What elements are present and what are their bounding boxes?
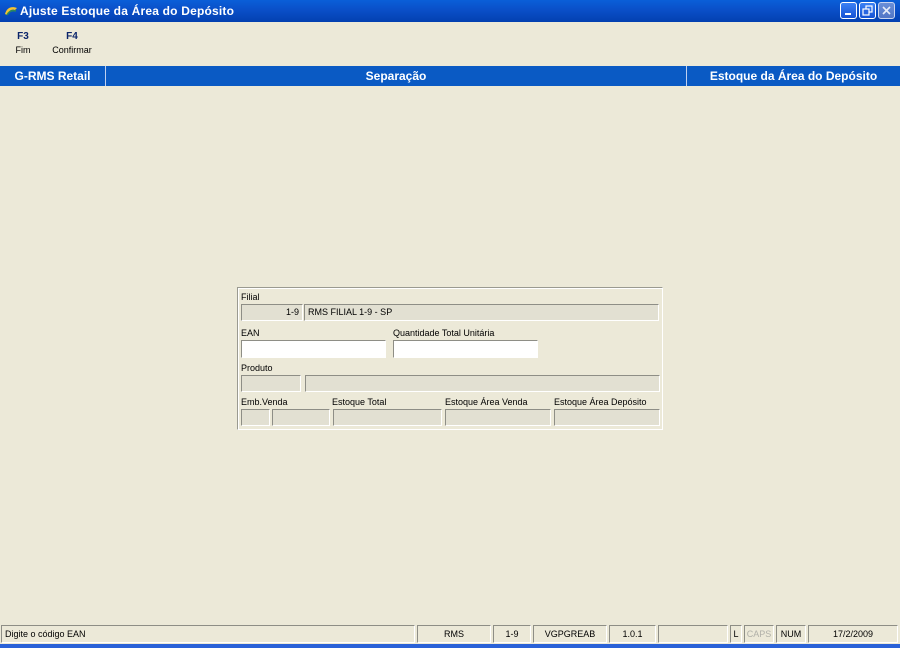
restore-button[interactable] (859, 2, 876, 19)
produto-label: Produto (241, 363, 273, 373)
module-name: Separação (106, 66, 687, 86)
title-bar[interactable]: Ajuste Estoque da Área do Depósito (0, 0, 900, 22)
estoque-area-deposito-field (554, 409, 660, 426)
minimize-icon (845, 13, 851, 15)
minimize-button[interactable] (840, 2, 857, 19)
fkey-label: Fim (15, 45, 31, 55)
status-version: 1.0.1 (609, 625, 656, 643)
window-bottom-border (0, 644, 900, 648)
form-panel: Filial 1-9 RMS FILIAL 1-9 - SP EAN Quant… (237, 287, 663, 430)
status-caps: CAPS (744, 625, 774, 643)
status-num: NUM (776, 625, 806, 643)
fkey-code: F4 (66, 31, 78, 42)
filial-code-field: 1-9 (241, 304, 303, 321)
status-blank (658, 625, 728, 643)
restore-icon (862, 5, 873, 16)
status-message: Digite o código EAN (1, 625, 415, 643)
status-program: VGPGREAB (533, 625, 607, 643)
window-title: Ajuste Estoque da Área do Depósito (20, 4, 235, 18)
f3-fim-button[interactable]: F3 Fim (10, 31, 36, 55)
estoque-area-venda-label: Estoque Área Venda (445, 397, 528, 407)
close-button[interactable] (878, 2, 895, 19)
ean-label: EAN (241, 328, 260, 338)
status-bar: Digite o código EAN RMS 1-9 VGPGREAB 1.0… (0, 624, 900, 644)
status-system: RMS (417, 625, 491, 643)
filial-name-field: RMS FILIAL 1-9 - SP (304, 304, 659, 321)
status-date: 17/2/2009 (808, 625, 898, 643)
produto-code-field (241, 375, 301, 392)
system-name: G-RMS Retail (0, 66, 106, 86)
estoque-area-deposito-label: Estoque Área Depósito (554, 397, 647, 407)
f4-confirmar-button[interactable]: F4 Confirmar (48, 31, 96, 55)
ean-input[interactable] (241, 340, 386, 358)
emb-venda-qty-field (272, 409, 330, 426)
emb-venda-label: Emb.Venda (241, 397, 288, 407)
fkey-code: F3 (17, 31, 29, 42)
estoque-total-field (333, 409, 442, 426)
close-icon (882, 6, 891, 15)
quantidade-input[interactable] (393, 340, 538, 358)
produto-description-field (305, 375, 660, 392)
emb-venda-unit-field (241, 409, 270, 426)
quantidade-label: Quantidade Total Unitária (393, 328, 495, 338)
function-key-bar: F3 Fim F4 Confirmar (0, 22, 900, 66)
filial-label: Filial (241, 292, 260, 302)
status-filial: 1-9 (493, 625, 531, 643)
app-logo-icon[interactable] (4, 4, 18, 17)
estoque-area-venda-field (445, 409, 551, 426)
estoque-total-label: Estoque Total (332, 397, 387, 407)
module-header: G-RMS Retail Separação Estoque da Área d… (0, 66, 900, 86)
fkey-label: Confirmar (52, 45, 92, 55)
screen-name: Estoque da Área do Depósito (709, 69, 878, 83)
status-lock: L (730, 625, 742, 643)
